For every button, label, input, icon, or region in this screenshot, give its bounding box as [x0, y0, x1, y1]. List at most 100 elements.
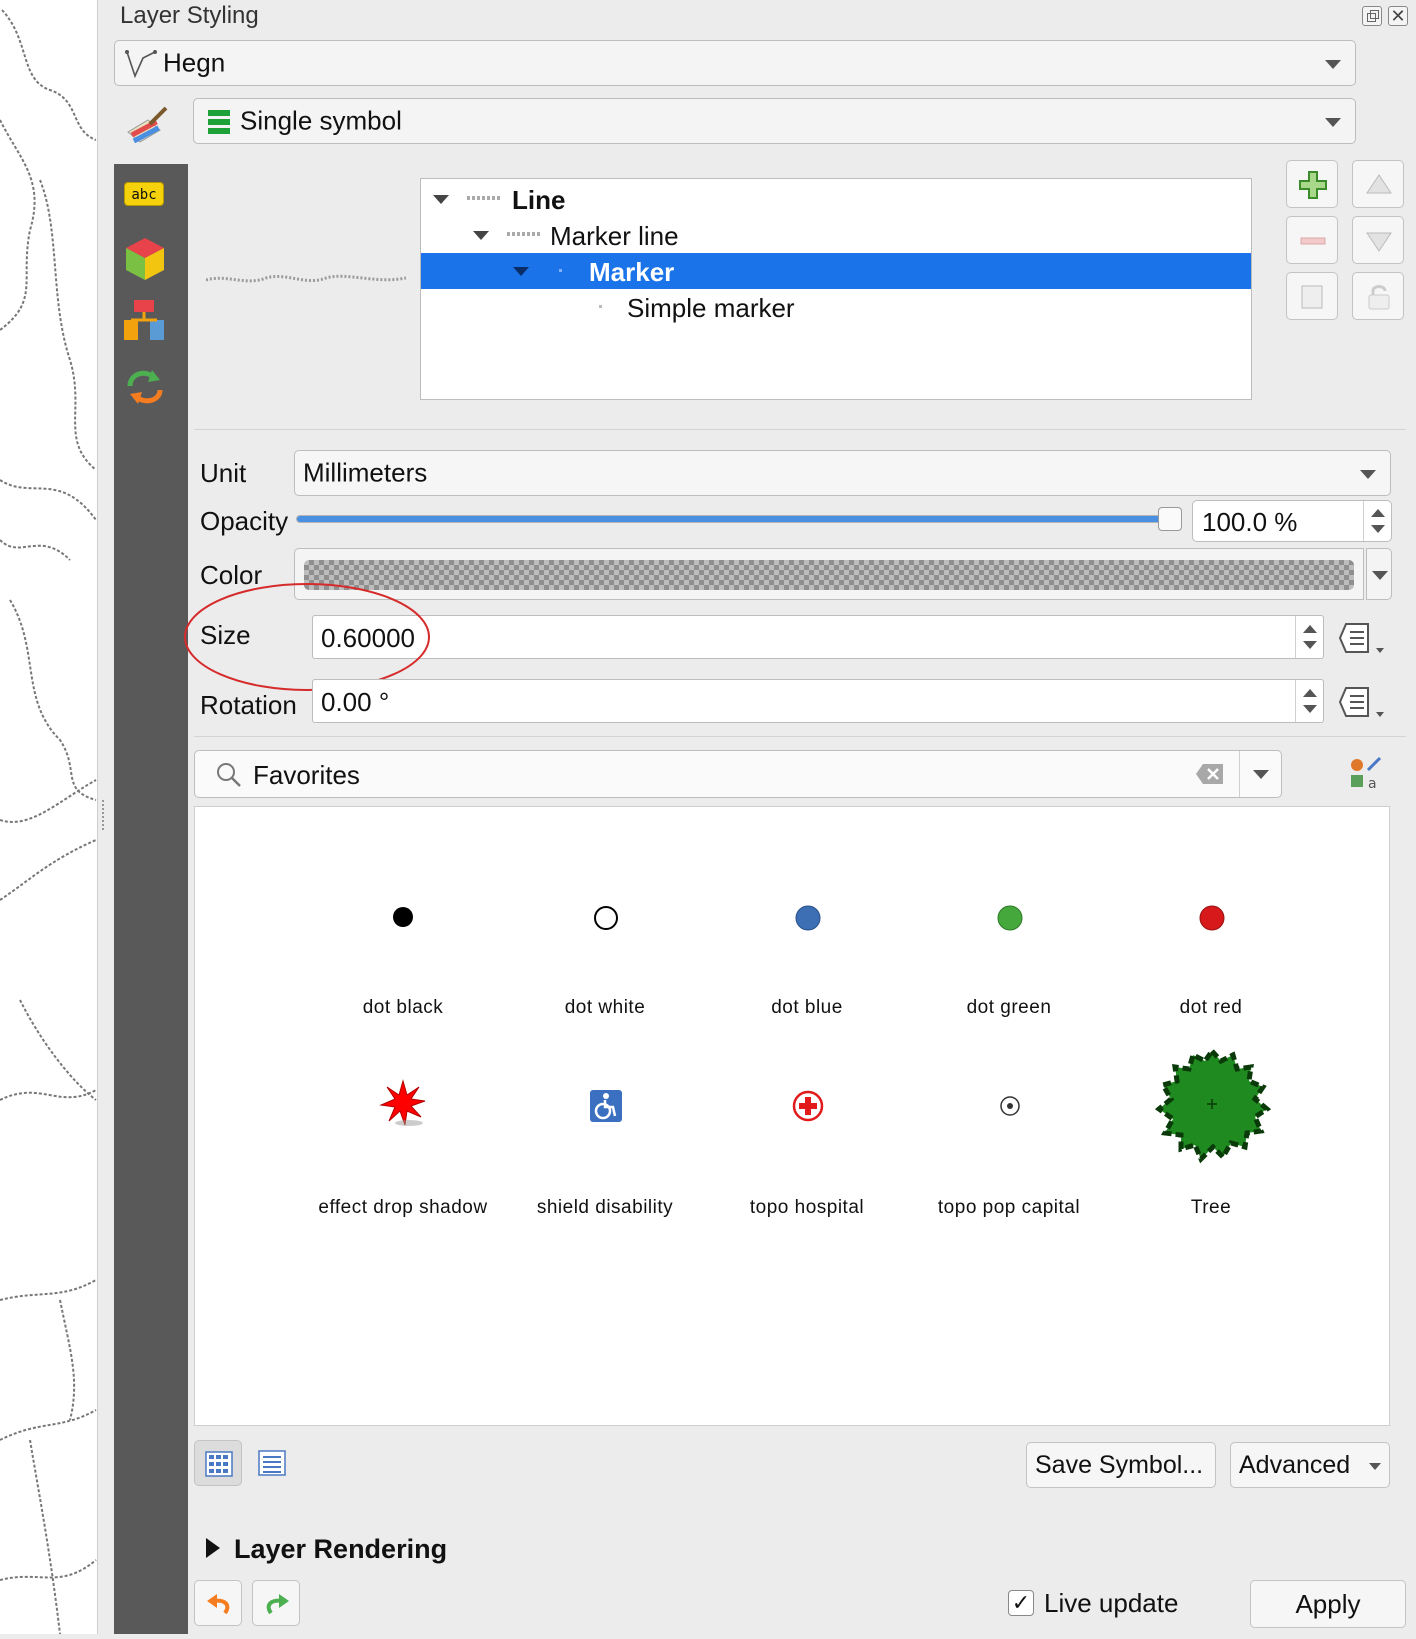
color-menu-button[interactable] — [1366, 548, 1392, 600]
step-down-icon[interactable] — [1303, 641, 1317, 649]
symbol-library-grid[interactable]: dot black dot white dot blue dot green d… — [194, 806, 1390, 1426]
triangle-up-icon — [1366, 174, 1392, 194]
symbol-item[interactable]: dot green — [909, 847, 1109, 1027]
hospital-cross-icon — [792, 1090, 824, 1122]
layer-rendering-heading[interactable]: Layer Rendering — [234, 1534, 447, 1565]
rotation-stepper[interactable] — [1295, 680, 1323, 722]
tree-item-marker[interactable]: Marker — [421, 253, 1251, 289]
opacity-label: Opacity — [200, 506, 289, 536]
expand-arrow-icon[interactable] — [473, 231, 489, 240]
renderer-select[interactable]: Single symbol — [193, 98, 1356, 144]
data-defined-override-icon[interactable] — [1338, 620, 1386, 656]
opacity-value: 100.0 % — [1202, 507, 1298, 537]
undo-icon — [207, 1594, 230, 1615]
splitter-handle[interactable] — [102, 800, 104, 830]
advanced-menu-button[interactable]: Advanced — [1230, 1442, 1390, 1488]
labels-icon[interactable]: abc — [124, 182, 164, 206]
panel-title: Layer Styling — [120, 2, 259, 29]
expand-arrow-icon[interactable] — [206, 1538, 220, 1558]
symbol-item[interactable]: effect drop shadow — [303, 1047, 503, 1227]
tree-item-label: Line — [512, 185, 566, 215]
symbol-item[interactable]: Tree — [1111, 1047, 1311, 1227]
size-stepper[interactable] — [1295, 616, 1323, 658]
advanced-label: Advanced — [1239, 1451, 1351, 1479]
lock-layer-button[interactable] — [1352, 272, 1404, 320]
float-panel-icon[interactable] — [1362, 6, 1382, 26]
save-symbol-button[interactable]: Save Symbol... — [1026, 1442, 1216, 1488]
simple-marker-icon — [599, 305, 602, 308]
rotation-value: 0.00 ° — [321, 687, 390, 717]
add-symbol-layer-button[interactable] — [1286, 160, 1338, 208]
symbol-layer-tree[interactable]: Line Marker line Marker Simple marker — [420, 178, 1252, 400]
symbol-item[interactable]: dot red — [1111, 847, 1311, 1027]
opacity-slider-track[interactable] — [296, 515, 1176, 523]
step-up-icon[interactable] — [1303, 689, 1317, 697]
symbol-item[interactable]: topo pop capital — [909, 1047, 1109, 1227]
rotation-spinbox[interactable]: 0.00 ° — [312, 679, 1324, 723]
marker-line-icon — [507, 232, 541, 236]
redo-button[interactable] — [252, 1580, 300, 1626]
data-defined-override-icon[interactable] — [1338, 684, 1386, 720]
move-up-button[interactable] — [1352, 160, 1404, 208]
list-view-button[interactable] — [248, 1440, 296, 1486]
symbol-item[interactable]: topo hospital — [707, 1047, 907, 1227]
unit-select[interactable]: Millimeters — [294, 450, 1391, 496]
chevron-down-icon — [1369, 1463, 1381, 1470]
clear-icon[interactable] — [1195, 763, 1225, 785]
live-update-label: Live update — [1044, 1588, 1179, 1618]
move-down-button[interactable] — [1352, 216, 1404, 264]
symbol-item[interactable]: dot white — [505, 847, 705, 1027]
opacity-slider-handle[interactable] — [1158, 507, 1182, 531]
opacity-spinbox[interactable]: 100.0 % — [1192, 500, 1392, 542]
chevron-down-icon[interactable] — [1253, 770, 1269, 779]
expand-arrow-icon[interactable] — [433, 195, 449, 204]
tree-item-simple-marker[interactable]: Simple marker — [421, 289, 1251, 325]
wheelchair-shield-icon — [590, 1090, 622, 1122]
list-view-icon — [258, 1450, 286, 1476]
icon-view-button[interactable] — [194, 1440, 242, 1486]
symbol-search-input[interactable]: Favorites — [194, 750, 1282, 798]
marker-icon — [559, 269, 562, 272]
svg-text:a: a — [1368, 776, 1377, 792]
tree-item-label: Simple marker — [627, 293, 795, 323]
live-update-checkbox[interactable]: ✓ — [1008, 1590, 1034, 1616]
undo-button[interactable] — [194, 1580, 242, 1626]
style-manager-icon[interactable]: a — [1348, 756, 1384, 792]
symbol-label: dot red — [1179, 997, 1243, 1018]
3d-view-icon[interactable] — [124, 236, 166, 282]
diagrams-icon[interactable] — [122, 298, 166, 344]
map-canvas-strip — [0, 0, 98, 1635]
symbol-item[interactable]: dot blue — [707, 847, 907, 1027]
search-separator — [1239, 751, 1240, 797]
expand-arrow-icon[interactable] — [513, 267, 529, 276]
step-down-icon[interactable] — [1303, 705, 1317, 713]
history-icon[interactable] — [124, 364, 166, 404]
close-panel-icon[interactable]: ✕ — [1388, 6, 1408, 26]
apply-button[interactable]: Apply — [1250, 1580, 1406, 1628]
step-up-icon[interactable] — [1371, 509, 1385, 517]
chevron-down-icon — [1372, 571, 1388, 580]
symbol-item[interactable]: dot black — [303, 847, 503, 1027]
opacity-slider-fill — [297, 516, 1175, 522]
map-lines — [0, 9, 97, 1635]
step-up-icon[interactable] — [1303, 625, 1317, 633]
tree-item-line[interactable]: Line — [421, 181, 1251, 217]
symbol-preview — [206, 274, 406, 283]
opacity-stepper[interactable] — [1363, 501, 1391, 541]
lock-icon — [1368, 285, 1390, 310]
duplicate-layer-button[interactable] — [1286, 272, 1338, 320]
search-icon — [217, 763, 241, 787]
step-down-icon[interactable] — [1371, 525, 1385, 533]
symbol-label: dot black — [362, 997, 444, 1018]
remove-symbol-layer-button[interactable] — [1286, 216, 1338, 264]
symbol-label: topo pop capital — [937, 1197, 1081, 1218]
symbol-label: topo hospital — [749, 1197, 865, 1218]
chevron-down-icon — [1360, 470, 1376, 479]
tree-item-marker-line[interactable]: Marker line — [421, 217, 1251, 253]
renderer-select-value: Single symbol — [240, 105, 402, 136]
unit-select-value: Millimeters — [303, 457, 428, 488]
symbol-item[interactable]: shield disability — [505, 1047, 705, 1227]
paintbrush-icon — [127, 106, 168, 144]
layer-select[interactable]: Hegn — [114, 40, 1356, 86]
layer-select-value: Hegn — [163, 47, 226, 78]
